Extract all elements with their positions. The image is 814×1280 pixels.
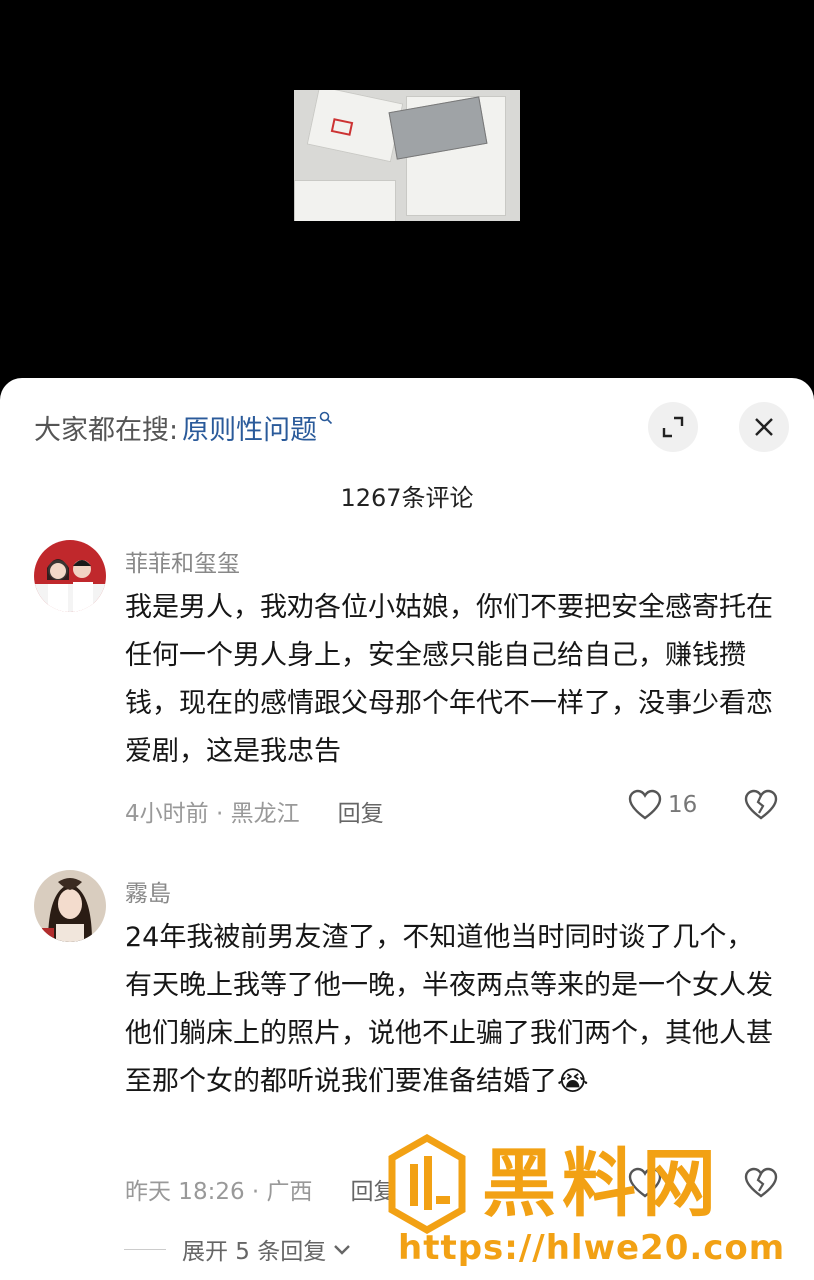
reply-button[interactable]: 回复 — [338, 794, 384, 828]
dislike-button[interactable] — [744, 789, 778, 825]
video-thumbnail[interactable] — [294, 90, 520, 221]
watermark-url: https://hlwe20.com — [398, 1228, 786, 1268]
divider — [124, 1248, 166, 1250]
username[interactable]: 菲菲和玺玺 — [125, 544, 240, 578]
comment-meta: 昨天 18:26 · 广西 回复 — [125, 1172, 397, 1206]
username[interactable]: 霧島 — [125, 874, 171, 908]
comment-count: 1267条评论 — [340, 484, 474, 512]
chevron-down-icon — [334, 1245, 351, 1255]
trending-search[interactable]: 大家都在搜: 原则性问题 — [34, 408, 333, 447]
time-location: 昨天 18:26 · 广西 — [125, 1179, 313, 1205]
thumb-paper — [306, 90, 404, 163]
watermark-title: 黑料网 — [482, 1141, 722, 1227]
search-icon — [319, 411, 333, 429]
expand-replies-label: 展开 5 条回复 — [182, 1239, 327, 1265]
search-prefix: 大家都在搜: — [34, 415, 179, 446]
comment-meta: 4小时前 · 黑龙江 回复 — [125, 794, 384, 828]
expand-icon — [662, 416, 684, 438]
watermark-logo-icon — [388, 1134, 466, 1234]
like-count: 16 — [668, 792, 698, 818]
comment-text: 24年我被前男友渣了，不知道他当时同时谈了几个，有天晚上我等了他一晚，半夜两点等… — [125, 922, 773, 1097]
close-icon — [755, 418, 773, 436]
avatar[interactable] — [34, 540, 106, 612]
expand-replies-button[interactable]: 展开 5 条回复 — [124, 1232, 352, 1266]
heart-icon — [628, 789, 662, 820]
expand-sheet-button[interactable] — [648, 402, 698, 452]
video-area[interactable] — [0, 0, 814, 380]
thumb-paper — [294, 180, 396, 221]
search-query-link[interactable]: 原则性问题 — [182, 408, 317, 447]
watermark: 黑料网 https://hlwe20.com — [378, 1124, 808, 1280]
comment-text: 我是男人，我劝各位小姑娘，你们不要把安全感寄托在任何一个男人身上，安全感只能自己… — [125, 592, 773, 767]
avatar[interactable] — [34, 870, 106, 942]
time-location: 4小时前 · 黑龙江 — [125, 801, 300, 827]
close-button[interactable] — [739, 402, 789, 452]
broken-heart-icon — [744, 789, 778, 820]
like-button[interactable]: 16 — [628, 789, 697, 821]
